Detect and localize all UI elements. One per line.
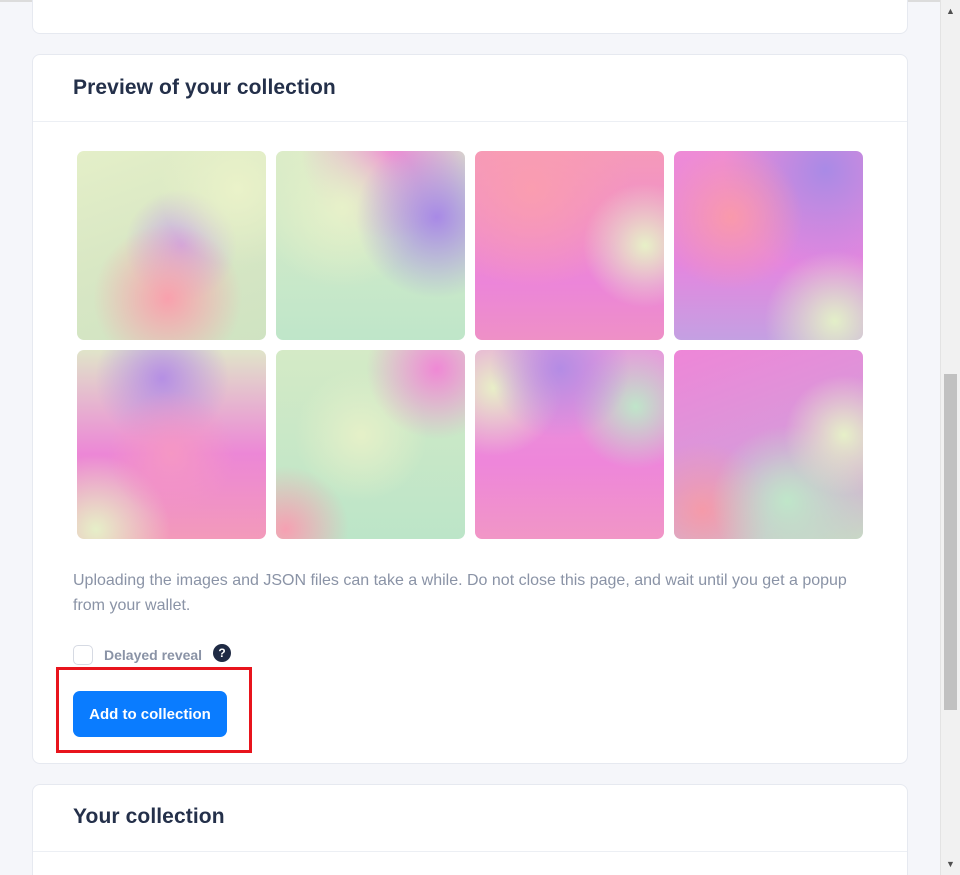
preview-image-4 <box>674 151 863 340</box>
scroll-down-arrow-icon[interactable]: ▼ <box>941 855 960 873</box>
preview-image-7 <box>475 350 664 539</box>
preview-image-6 <box>276 350 465 539</box>
delayed-reveal-row: Delayed reveal ? <box>73 644 232 666</box>
preview-section-card: Preview of your collection Uploading the… <box>32 54 908 764</box>
preview-image-5 <box>77 350 266 539</box>
help-icon[interactable]: ? <box>213 644 232 662</box>
preview-section-title: Preview of your collection <box>73 76 336 99</box>
preview-image-8 <box>674 350 863 539</box>
preview-image-3 <box>475 151 664 340</box>
scrollbar-thumb[interactable] <box>944 374 957 710</box>
your-collection-title: Your collection <box>73 805 225 828</box>
page: Preview of your collection Uploading the… <box>0 0 940 875</box>
scroll-up-arrow-icon[interactable]: ▲ <box>941 2 960 20</box>
preview-image-1 <box>77 151 266 340</box>
vertical-scrollbar[interactable]: ▲ ▼ <box>940 0 960 875</box>
preview-image-grid <box>77 151 865 539</box>
delayed-reveal-checkbox[interactable] <box>73 645 93 665</box>
preview-section-header: Preview of your collection <box>33 55 907 122</box>
your-collection-card: Your collection <box>32 784 908 875</box>
your-collection-header: Your collection <box>33 785 907 852</box>
previous-section-card <box>32 0 908 34</box>
add-to-collection-button[interactable]: Add to collection <box>73 691 227 737</box>
upload-note: Uploading the images and JSON files can … <box>73 572 847 614</box>
delayed-reveal-label[interactable]: Delayed reveal <box>104 647 202 663</box>
preview-image-2 <box>276 151 465 340</box>
